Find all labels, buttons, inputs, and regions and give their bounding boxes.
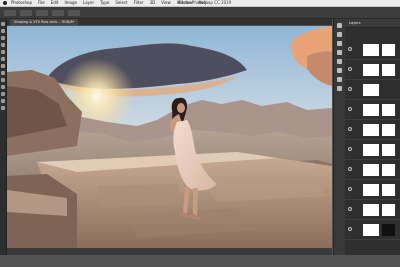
- eye-icon[interactable]: [348, 227, 352, 231]
- pen-tool-icon[interactable]: [1, 85, 5, 89]
- layer-row[interactable]: [345, 81, 400, 100]
- layer-row[interactable]: [345, 221, 400, 240]
- status-bar: [7, 248, 332, 255]
- hand-tool-icon[interactable]: [1, 99, 5, 103]
- document-tab[interactable]: Shaping & VFX flow dark... RGB/8*: [10, 19, 79, 25]
- dodge-tool-icon[interactable]: [1, 78, 5, 82]
- layer-row[interactable]: [345, 61, 400, 80]
- swatches-panel-icon[interactable]: [337, 41, 342, 46]
- layer-row[interactable]: [345, 141, 400, 160]
- layer-row[interactable]: [345, 201, 400, 220]
- eye-icon[interactable]: [348, 127, 352, 131]
- layer-mask-thumbnail[interactable]: [382, 44, 395, 56]
- layer-thumbnail[interactable]: [363, 144, 379, 156]
- layer-mask-thumbnail[interactable]: [382, 104, 395, 116]
- layer-thumbnail[interactable]: [363, 64, 379, 76]
- layers-panel-header[interactable]: Layers: [345, 19, 400, 28]
- eye-icon[interactable]: [348, 147, 352, 151]
- menu-edit[interactable]: Edit: [51, 0, 59, 6]
- layer-row[interactable]: [345, 161, 400, 180]
- marquee-tool-icon[interactable]: [1, 29, 5, 33]
- window-title: Adobe Photoshop CC 2019: [178, 0, 232, 5]
- menu-filter[interactable]: Filter: [134, 0, 144, 6]
- layer-thumbnail[interactable]: [363, 124, 379, 136]
- move-tool-icon[interactable]: [1, 22, 5, 26]
- menu-select[interactable]: Select: [115, 0, 127, 6]
- panel-dock-icons: [333, 19, 345, 255]
- layer-row[interactable]: [345, 41, 400, 60]
- zoom-tool-icon[interactable]: [1, 106, 5, 110]
- mode-select[interactable]: [36, 9, 48, 16]
- flow-field[interactable]: [68, 9, 80, 16]
- menu-image[interactable]: Image: [64, 0, 77, 6]
- crop-tool-icon[interactable]: [1, 43, 5, 47]
- paragraph-panel-icon[interactable]: [337, 68, 342, 73]
- layer-row[interactable]: [345, 121, 400, 140]
- opacity-field[interactable]: [52, 9, 64, 16]
- brush-settings-button[interactable]: [20, 9, 32, 16]
- layer-thumbnail[interactable]: [363, 204, 379, 216]
- eraser-tool-icon[interactable]: [1, 64, 5, 68]
- character-panel-icon[interactable]: [337, 77, 342, 82]
- lasso-tool-icon[interactable]: [1, 36, 5, 40]
- history-panel-icon[interactable]: [337, 23, 342, 28]
- eye-icon[interactable]: [348, 167, 352, 171]
- eye-icon[interactable]: [348, 107, 352, 111]
- menu-view[interactable]: View: [161, 0, 171, 6]
- type-tool-icon[interactable]: [1, 92, 5, 96]
- eye-icon[interactable]: [348, 67, 352, 71]
- eye-icon[interactable]: [348, 87, 352, 91]
- layers-panel-title: Layers: [349, 21, 361, 25]
- layer-mask-thumbnail[interactable]: [382, 204, 395, 216]
- color-panel-icon[interactable]: [337, 32, 342, 37]
- eye-icon[interactable]: [348, 187, 352, 191]
- layer-mask-thumbnail[interactable]: [382, 124, 395, 136]
- layer-row[interactable]: [345, 181, 400, 200]
- brush-tool-icon[interactable]: [1, 50, 5, 54]
- document-tab-bar: Shaping & VFX flow dark... RGB/8*: [7, 19, 332, 25]
- properties-panel-icon[interactable]: [337, 59, 342, 64]
- menu-3d[interactable]: 3D: [150, 0, 156, 6]
- clone-tool-icon[interactable]: [1, 57, 5, 61]
- tools-panel: [0, 19, 7, 255]
- document-canvas[interactable]: [7, 26, 332, 248]
- eye-icon[interactable]: [348, 47, 352, 51]
- options-bar: [0, 7, 400, 19]
- layer-mask-thumbnail[interactable]: [382, 144, 395, 156]
- canvas-image: [7, 26, 332, 248]
- layer-thumbnail[interactable]: [363, 84, 379, 96]
- layer-row[interactable]: [345, 101, 400, 120]
- tool-preset-button[interactable]: [4, 9, 16, 16]
- layer-thumbnail[interactable]: [363, 224, 379, 236]
- menu-bar: Photoshop File Edit Image Layer Type Sel…: [0, 0, 400, 7]
- menu-layer[interactable]: Layer: [83, 0, 94, 6]
- layer-mask-thumbnail[interactable]: [382, 164, 395, 176]
- menu-type[interactable]: Type: [100, 0, 109, 6]
- layer-thumbnail[interactable]: [363, 44, 379, 56]
- layer-mask-thumbnail[interactable]: [382, 224, 395, 236]
- menu-file[interactable]: File: [38, 0, 45, 6]
- apple-icon[interactable]: [3, 1, 7, 5]
- layer-thumbnail[interactable]: [363, 104, 379, 116]
- layers-panel: Layers: [345, 19, 400, 255]
- menu-photoshop[interactable]: Photoshop: [11, 0, 32, 6]
- eye-icon[interactable]: [348, 207, 352, 211]
- layer-thumbnail[interactable]: [363, 184, 379, 196]
- gradient-tool-icon[interactable]: [1, 71, 5, 75]
- adjustments-panel-icon[interactable]: [337, 50, 342, 55]
- layer-mask-thumbnail[interactable]: [382, 64, 395, 76]
- layer-mask-thumbnail[interactable]: [382, 184, 395, 196]
- channels-panel-icon[interactable]: [337, 86, 342, 91]
- layer-thumbnail[interactable]: [363, 164, 379, 176]
